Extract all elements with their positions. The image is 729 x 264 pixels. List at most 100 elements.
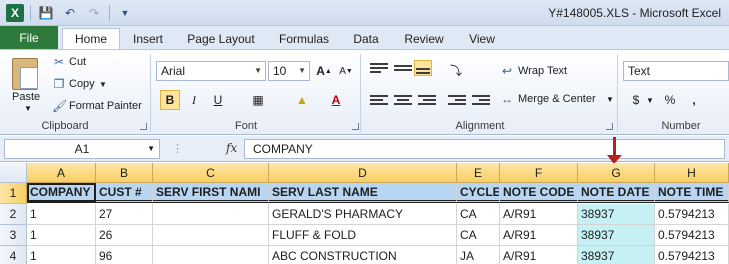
comma-button[interactable]: ,	[684, 90, 704, 110]
font-family-select[interactable]: Arial ▼	[156, 61, 266, 81]
align-top-icon[interactable]	[370, 61, 388, 77]
paste-button[interactable]: Paste	[12, 91, 40, 103]
cell-b4[interactable]: 96	[96, 246, 153, 264]
name-box[interactable]: A1 ▼	[4, 139, 160, 159]
cell-e4[interactable]: JA	[457, 246, 500, 264]
grow-font-icon[interactable]: A ▲	[314, 61, 334, 81]
save-icon[interactable]: 💾	[37, 4, 55, 22]
select-all-corner[interactable]	[0, 163, 27, 183]
merge-dropdown-icon[interactable]: ▼	[606, 95, 614, 104]
wrap-text-button[interactable]: Wrap Text	[518, 65, 567, 77]
undo-icon[interactable]: ↶	[61, 4, 79, 22]
tab-page-layout[interactable]: Page Layout	[182, 28, 260, 49]
column-header-f[interactable]: F	[500, 163, 578, 183]
column-header-b[interactable]: B	[96, 163, 153, 183]
excel-logo-icon[interactable]: X	[6, 4, 24, 22]
cell-b3[interactable]: 26	[96, 225, 153, 246]
cell-h4[interactable]: 0.5794213	[655, 246, 729, 264]
copy-dropdown-icon[interactable]: ▼	[99, 80, 107, 89]
borders-icon[interactable]: ▦	[248, 90, 268, 110]
cell-f4[interactable]: A/R91	[500, 246, 578, 264]
paste-icon[interactable]	[12, 58, 38, 90]
cell-d3[interactable]: FLUFF & FOLD	[269, 225, 457, 246]
cell-a3[interactable]: 1	[27, 225, 96, 246]
cell-e1[interactable]: CYCLE	[457, 183, 500, 203]
currency-dropdown-icon[interactable]: ▼	[646, 96, 654, 105]
cell-f2[interactable]: A/R91	[500, 204, 578, 225]
customize-toolbar-icon[interactable]: ▼	[116, 4, 134, 22]
cell-c3[interactable]	[153, 225, 269, 246]
cell-c1[interactable]: SERV FIRST NAMI	[153, 183, 269, 203]
align-center-icon[interactable]	[394, 93, 412, 109]
formula-input[interactable]: COMPANY	[244, 139, 725, 159]
italic-button[interactable]: I	[184, 90, 204, 110]
chevron-down-icon[interactable]: ▼	[147, 140, 155, 158]
align-right-icon[interactable]	[418, 93, 436, 109]
decrease-indent-icon[interactable]	[448, 93, 466, 109]
tab-view[interactable]: View	[462, 28, 502, 49]
row-header-2[interactable]: 2	[0, 204, 27, 225]
merge-center-button[interactable]: Merge & Center	[518, 93, 596, 105]
column-header-g[interactable]: G	[578, 163, 655, 183]
increase-indent-icon[interactable]	[472, 93, 490, 109]
cell-h1[interactable]: NOTE TIME	[655, 183, 729, 203]
tab-home[interactable]: Home	[62, 28, 120, 49]
cell-e2[interactable]: CA	[457, 204, 500, 225]
cell-c4[interactable]	[153, 246, 269, 264]
row-header-1[interactable]: 1	[0, 183, 27, 204]
column-header-d[interactable]: D	[269, 163, 457, 183]
shrink-font-icon[interactable]: A ▼	[336, 61, 356, 81]
column-header-h[interactable]: H	[655, 163, 729, 183]
bold-button[interactable]: B	[160, 90, 180, 110]
fill-color-icon[interactable]: ▲	[292, 90, 312, 110]
orientation-icon[interactable]: ⤵	[446, 60, 466, 80]
cell-b2[interactable]: 27	[96, 204, 153, 225]
row-header-4[interactable]: 4	[0, 246, 27, 264]
cell-c2[interactable]	[153, 204, 269, 225]
cell-g1[interactable]: NOTE DATE	[578, 183, 655, 203]
tab-file[interactable]: File	[0, 26, 58, 49]
cell-a1[interactable]: COMPANY	[27, 183, 96, 203]
cell-h2[interactable]: 0.5794213	[655, 204, 729, 225]
underline-button[interactable]: U	[208, 90, 228, 110]
cell-e3[interactable]: CA	[457, 225, 500, 246]
spreadsheet-grid[interactable]: A B C D E F G H 1 2 3 4 COMPANY CUST # S…	[0, 163, 729, 264]
number-format-select[interactable]: Text	[623, 61, 729, 81]
column-header-a[interactable]: A	[27, 163, 96, 183]
cell-g3[interactable]: 38937	[578, 225, 655, 246]
cell-d2[interactable]: GERALD'S PHARMACY	[269, 204, 457, 225]
cell-a4[interactable]: 1	[27, 246, 96, 264]
cell-d4[interactable]: ABC CONSTRUCTION	[269, 246, 457, 264]
insert-function-button[interactable]: fx	[226, 141, 237, 155]
alignment-launcher-icon[interactable]	[606, 123, 613, 130]
formula-bar-handle-icon[interactable]: ⋮	[172, 142, 183, 155]
merge-center-icon[interactable]: ↔	[500, 92, 514, 106]
cell-b1[interactable]: CUST #	[96, 183, 153, 203]
font-launcher-icon[interactable]	[352, 123, 359, 130]
tab-data[interactable]: Data	[346, 28, 386, 49]
column-header-e[interactable]: E	[457, 163, 500, 183]
cut-button[interactable]: Cut	[69, 56, 86, 68]
column-header-c[interactable]: C	[153, 163, 269, 183]
tab-insert[interactable]: Insert	[124, 28, 172, 49]
tab-formulas[interactable]: Formulas	[272, 28, 336, 49]
format-painter-button[interactable]: Format Painter	[69, 100, 142, 112]
copy-button[interactable]: Copy	[69, 78, 95, 90]
cell-f3[interactable]: A/R91	[500, 225, 578, 246]
cell-f1[interactable]: NOTE CODE	[500, 183, 578, 203]
align-left-icon[interactable]	[370, 93, 388, 109]
font-size-select[interactable]: 10 ▼	[268, 61, 310, 81]
cell-a2[interactable]: 1	[27, 204, 96, 225]
wrap-text-icon[interactable]: ↩	[500, 64, 514, 78]
cell-h3[interactable]: 0.5794213	[655, 225, 729, 246]
percent-button[interactable]: %	[660, 90, 680, 110]
cut-icon[interactable]: ✂	[52, 55, 66, 69]
paste-dropdown-icon[interactable]: ▼	[24, 104, 32, 113]
align-middle-icon[interactable]	[394, 63, 412, 79]
redo-icon[interactable]: ↷	[85, 4, 103, 22]
copy-icon[interactable]: ❐	[52, 77, 66, 91]
cell-d1[interactable]: SERV LAST NAME	[269, 183, 457, 203]
clipboard-launcher-icon[interactable]	[140, 123, 147, 130]
cell-g4[interactable]: 38937	[578, 246, 655, 264]
format-painter-icon[interactable]: 🖌	[52, 99, 67, 113]
